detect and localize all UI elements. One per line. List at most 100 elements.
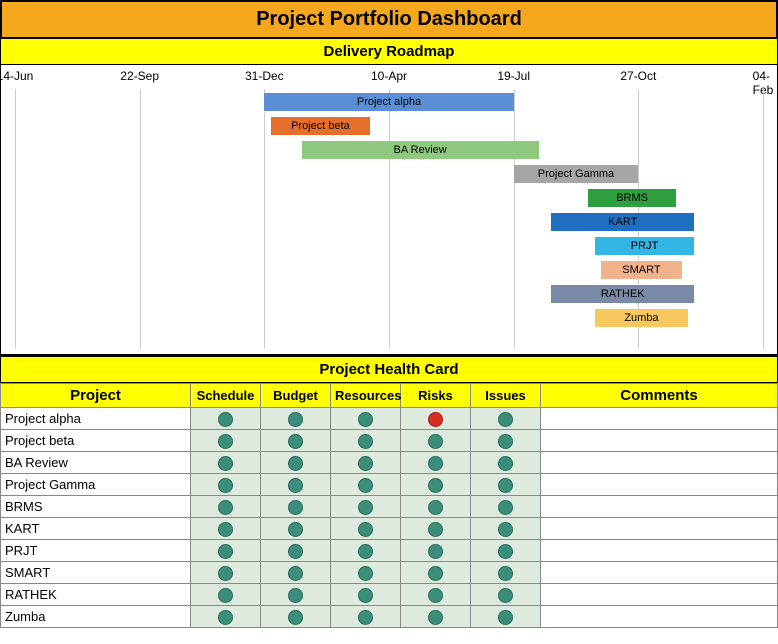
status-cell-risks (401, 474, 471, 496)
gantt-bar: RATHEK (551, 285, 694, 303)
status-cell-schedule (191, 430, 261, 452)
status-dot-icon (358, 588, 373, 603)
status-cell-budget (261, 540, 331, 562)
comment-cell (541, 452, 778, 474)
status-cell-risks (401, 518, 471, 540)
table-row: RATHEK (1, 584, 778, 606)
health-col-issues: Issues (471, 384, 541, 408)
status-cell-resources (331, 584, 401, 606)
status-cell-risks (401, 408, 471, 430)
status-cell-resources (331, 562, 401, 584)
roadmap-axis-label: 31-Dec (245, 69, 284, 83)
gantt-bar: PRJT (595, 237, 695, 255)
roadmap-axis-label: 14-Jun (0, 69, 33, 83)
status-dot-icon (428, 566, 443, 581)
page-title: Project Portfolio Dashboard (0, 0, 778, 39)
project-name-cell: PRJT (1, 540, 191, 562)
status-cell-budget (261, 496, 331, 518)
roadmap-gridline (514, 89, 515, 349)
roadmap-chart: 14-Jun22-Sep31-Dec10-Apr19-Jul27-Oct04-F… (0, 65, 778, 355)
status-cell-schedule (191, 474, 261, 496)
status-dot-icon (428, 544, 443, 559)
status-dot-icon (218, 544, 233, 559)
roadmap-gridline (15, 89, 16, 349)
status-cell-schedule (191, 408, 261, 430)
roadmap-axis-label: 27-Oct (620, 69, 656, 83)
comment-cell (541, 562, 778, 584)
comment-cell (541, 496, 778, 518)
status-cell-resources (331, 452, 401, 474)
project-name-cell: Zumba (1, 606, 191, 628)
health-table: Project Schedule Budget Resources Risks … (0, 383, 778, 628)
project-name-cell: KART (1, 518, 191, 540)
health-header-row: Project Schedule Budget Resources Risks … (1, 384, 778, 408)
status-dot-icon (358, 412, 373, 427)
status-cell-schedule (191, 540, 261, 562)
status-cell-resources (331, 408, 401, 430)
status-dot-icon (428, 500, 443, 515)
gantt-bar: BRMS (588, 189, 675, 207)
status-cell-issues (471, 606, 541, 628)
status-dot-icon (288, 610, 303, 625)
roadmap-chart-area: Project alphaProject betaBA ReviewProjec… (1, 89, 777, 349)
health-col-resources: Resources (331, 384, 401, 408)
status-cell-budget (261, 474, 331, 496)
status-cell-issues (471, 540, 541, 562)
status-cell-issues (471, 474, 541, 496)
status-dot-icon (358, 566, 373, 581)
status-dot-icon (358, 544, 373, 559)
table-row: Project alpha (1, 408, 778, 430)
status-cell-issues (471, 430, 541, 452)
status-dot-icon (428, 412, 443, 427)
table-row: PRJT (1, 540, 778, 562)
comment-cell (541, 584, 778, 606)
roadmap-axis-label: 22-Sep (120, 69, 159, 83)
gantt-bar: BA Review (302, 141, 539, 159)
status-cell-risks (401, 584, 471, 606)
status-dot-icon (218, 434, 233, 449)
status-dot-icon (498, 478, 513, 493)
status-dot-icon (358, 500, 373, 515)
status-dot-icon (288, 500, 303, 515)
status-cell-issues (471, 584, 541, 606)
table-row: Zumba (1, 606, 778, 628)
status-dot-icon (288, 544, 303, 559)
status-dot-icon (218, 522, 233, 537)
project-name-cell: BA Review (1, 452, 191, 474)
status-dot-icon (358, 522, 373, 537)
status-dot-icon (498, 456, 513, 471)
status-cell-resources (331, 540, 401, 562)
status-dot-icon (218, 456, 233, 471)
status-dot-icon (288, 588, 303, 603)
roadmap-axis-label: 10-Apr (371, 69, 407, 83)
status-cell-resources (331, 606, 401, 628)
table-row: BA Review (1, 452, 778, 474)
status-dot-icon (218, 412, 233, 427)
comment-cell (541, 606, 778, 628)
project-name-cell: Project Gamma (1, 474, 191, 496)
status-dot-icon (288, 412, 303, 427)
project-name-cell: Project beta (1, 430, 191, 452)
status-cell-schedule (191, 496, 261, 518)
status-cell-schedule (191, 606, 261, 628)
gantt-bar: SMART (601, 261, 682, 279)
health-col-budget: Budget (261, 384, 331, 408)
gantt-bar: Zumba (595, 309, 689, 327)
status-dot-icon (218, 478, 233, 493)
status-cell-budget (261, 562, 331, 584)
status-cell-issues (471, 452, 541, 474)
status-cell-budget (261, 430, 331, 452)
status-dot-icon (498, 522, 513, 537)
status-cell-issues (471, 496, 541, 518)
status-cell-resources (331, 474, 401, 496)
status-dot-icon (358, 478, 373, 493)
table-row: Project Gamma (1, 474, 778, 496)
status-cell-issues (471, 408, 541, 430)
status-cell-risks (401, 452, 471, 474)
status-cell-budget (261, 408, 331, 430)
status-cell-schedule (191, 562, 261, 584)
status-dot-icon (218, 566, 233, 581)
status-dot-icon (498, 544, 513, 559)
status-dot-icon (218, 588, 233, 603)
status-dot-icon (498, 588, 513, 603)
